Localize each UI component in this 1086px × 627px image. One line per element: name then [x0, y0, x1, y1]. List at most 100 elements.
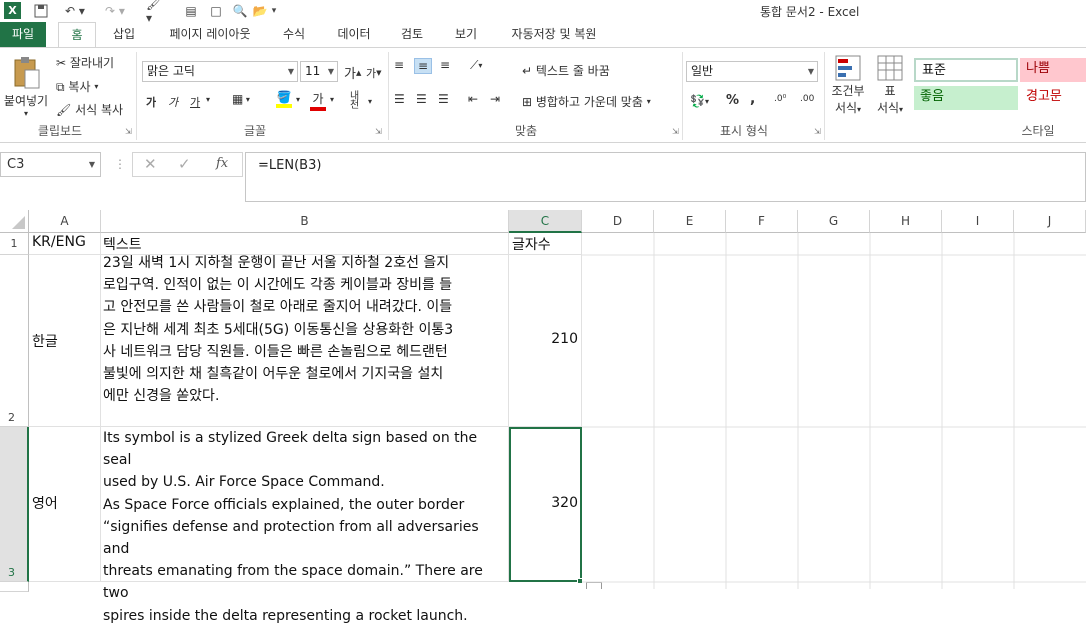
name-box[interactable]: C3 ▼	[0, 152, 101, 177]
align-right-button[interactable]: ☰	[438, 92, 449, 106]
merge-center-button[interactable]: ⊞ 병합하고 가운데 맞춤 ▾	[522, 93, 651, 110]
clipboard-group-label: 클립보드	[37, 124, 83, 138]
styles-group-label: 스타일	[1021, 124, 1055, 138]
copy-dropdown-icon[interactable]: ▾	[94, 82, 98, 91]
number-group-label: 표시 형식	[720, 124, 768, 138]
new-icon[interactable]: □	[208, 2, 224, 19]
tab-formulas[interactable]: 수식	[276, 22, 312, 47]
alignment-launcher-icon[interactable]: ⇲	[672, 127, 679, 136]
ribbon-tabs: 파일 홈 삽입 페이지 레이아웃 수식 데이터 검토 보기 자동저장 및 복원	[0, 22, 1086, 48]
window-title: 통합 문서2 - Excel	[760, 5, 860, 19]
wrap-text-label: 텍스트 줄 바꿈	[535, 64, 610, 78]
chevron-down-icon: ▼	[287, 67, 294, 76]
style-normal[interactable]: 표준	[914, 58, 1018, 82]
tab-autosave[interactable]: 자동저장 및 복원	[500, 22, 608, 47]
align-left-button[interactable]: ☰	[394, 92, 405, 106]
separator	[136, 52, 137, 140]
cancel-icon[interactable]: ✕	[144, 155, 157, 173]
paste-dropdown-icon[interactable]: ▾	[24, 109, 28, 118]
font-color-button[interactable]: 가	[310, 90, 326, 111]
font-color-label: 가	[312, 92, 324, 106]
redo-icon[interactable]: ↷ ▾	[102, 2, 128, 19]
format-painter-button[interactable]: 🖌 서식 복사	[56, 101, 123, 118]
phonetic-button[interactable]: 내천 ▾	[350, 92, 372, 111]
more-icon: ⋮	[114, 157, 126, 171]
comma-button[interactable]: ,	[750, 91, 755, 107]
copy-label: 복사	[68, 80, 91, 94]
align-center-button[interactable]: ☰	[416, 92, 427, 106]
print-preview-icon[interactable]: 🔍	[232, 2, 248, 19]
italic-button[interactable]: 가	[168, 94, 178, 110]
tab-file[interactable]: 파일	[0, 22, 46, 47]
format-painter-quick-icon[interactable]: 🖌▾	[146, 0, 166, 25]
number-launcher-icon[interactable]: ⇲	[814, 127, 821, 136]
copy-button[interactable]: ⧉ 복사 ▾	[56, 78, 98, 95]
table-format-label: 표	[884, 84, 896, 98]
separator	[388, 52, 389, 140]
number-format-value: 일반	[691, 64, 714, 78]
font-color-dropdown-icon[interactable]: ▾	[330, 95, 334, 104]
clipboard-launcher-icon[interactable]: ⇲	[125, 127, 132, 136]
open-icon[interactable]: 📂	[252, 2, 268, 19]
accounting-format-button[interactable]: 💱 ▾	[690, 94, 709, 108]
increase-decimal-button[interactable]: .0⁰	[774, 94, 786, 104]
style-warning[interactable]: 경고문	[1020, 86, 1086, 110]
align-middle-button[interactable]: ≡	[414, 58, 433, 74]
decrease-decimal-button[interactable]: .00	[800, 94, 814, 104]
save-icon[interactable]	[32, 2, 50, 19]
customize-qat-icon[interactable]: ▾	[268, 2, 280, 19]
orientation-button[interactable]: ⟋ ▾	[470, 58, 482, 73]
font-size-select[interactable]: 11 ▼	[300, 61, 338, 82]
merge-icon: ⊞	[522, 94, 533, 109]
cut-button[interactable]: ✂ 잘라내기	[56, 54, 114, 71]
wrap-text-button[interactable]: ↵ 텍스트 줄 바꿈	[522, 62, 610, 79]
shrink-font-button[interactable]: 가 ▼	[366, 65, 382, 81]
conditional-format-button[interactable]: 조건부 서식▾	[828, 54, 868, 116]
tab-home[interactable]: 홈	[58, 22, 96, 48]
align-bottom-button[interactable]: ≡	[440, 58, 450, 72]
fill-color-dropdown-icon[interactable]: ▾	[296, 95, 300, 104]
merge-label: 병합하고 가운데 맞춤	[535, 95, 643, 109]
formula-input[interactable]: =LEN(B3)	[245, 152, 1086, 202]
chevron-down-icon: ▼	[807, 67, 814, 76]
separator	[682, 52, 683, 140]
style-bad[interactable]: 나쁨	[1020, 58, 1086, 82]
number-format-select[interactable]: 일반 ▼	[686, 61, 818, 82]
underline-dropdown-icon[interactable]: ▾	[206, 95, 210, 104]
tab-data[interactable]: 데이터	[330, 22, 378, 47]
conditional-format-label2: 서식▾	[834, 101, 862, 115]
font-group-label: 글꼴	[243, 124, 267, 138]
undo-icon[interactable]: ↶ ▾	[62, 2, 88, 19]
tab-page-layout[interactable]: 페이지 레이아웃	[160, 22, 260, 47]
font-launcher-icon[interactable]: ⇲	[375, 127, 382, 136]
paste-label: 붙여넣기	[3, 94, 49, 108]
title-bar: X ↶ ▾ ↷ ▾ 🖌▾ ▤ □ 🔍 📂 ▾ 통합 문서2 - Excel	[0, 0, 1086, 25]
grow-font-button[interactable]: 가 ▲	[344, 63, 361, 82]
bold-button[interactable]: 가	[146, 94, 156, 110]
separator	[824, 52, 825, 140]
ribbon: 붙여넣기 ▾ ✂ 잘라내기 ⧉ 복사 ▾ 🖌 서식 복사 클립보드 ⇲ 맑은 고…	[0, 47, 1086, 143]
tab-insert[interactable]: 삽입	[104, 22, 144, 47]
style-good[interactable]: 좋음	[914, 86, 1018, 110]
insert-function-icon[interactable]: fx	[216, 156, 228, 171]
underline-button[interactable]: 가	[190, 94, 200, 110]
decrease-indent-button[interactable]: ⇤	[468, 92, 478, 106]
tab-view[interactable]: 보기	[446, 22, 486, 47]
fill-color-button[interactable]: 🪣	[276, 90, 292, 108]
border-button[interactable]: ▦ ▾	[232, 92, 250, 106]
currency-icon: 💱	[690, 94, 705, 108]
paste-button[interactable]: 붙여넣기 ▾	[2, 56, 50, 126]
gridlines	[582, 233, 1086, 589]
shrink-font-label: 가	[366, 67, 377, 80]
font-name-select[interactable]: 맑은 고딕 ▼	[142, 61, 298, 82]
increase-indent-button[interactable]: ⇥	[490, 92, 500, 106]
formula-bar: C3 ▼ ⋮ ✕ ✓ fx =LEN(B3)	[0, 143, 1086, 205]
percent-button[interactable]: %	[726, 93, 739, 108]
format-as-table-button[interactable]: 표 서식▾	[872, 54, 908, 116]
form-icon[interactable]: ▤	[182, 2, 200, 19]
enter-icon[interactable]: ✓	[178, 155, 191, 173]
copy-icon: ⧉	[56, 79, 65, 94]
align-top-button[interactable]: ≡	[394, 58, 404, 72]
grow-font-label: 가	[344, 67, 356, 82]
tab-review[interactable]: 검토	[392, 22, 432, 47]
